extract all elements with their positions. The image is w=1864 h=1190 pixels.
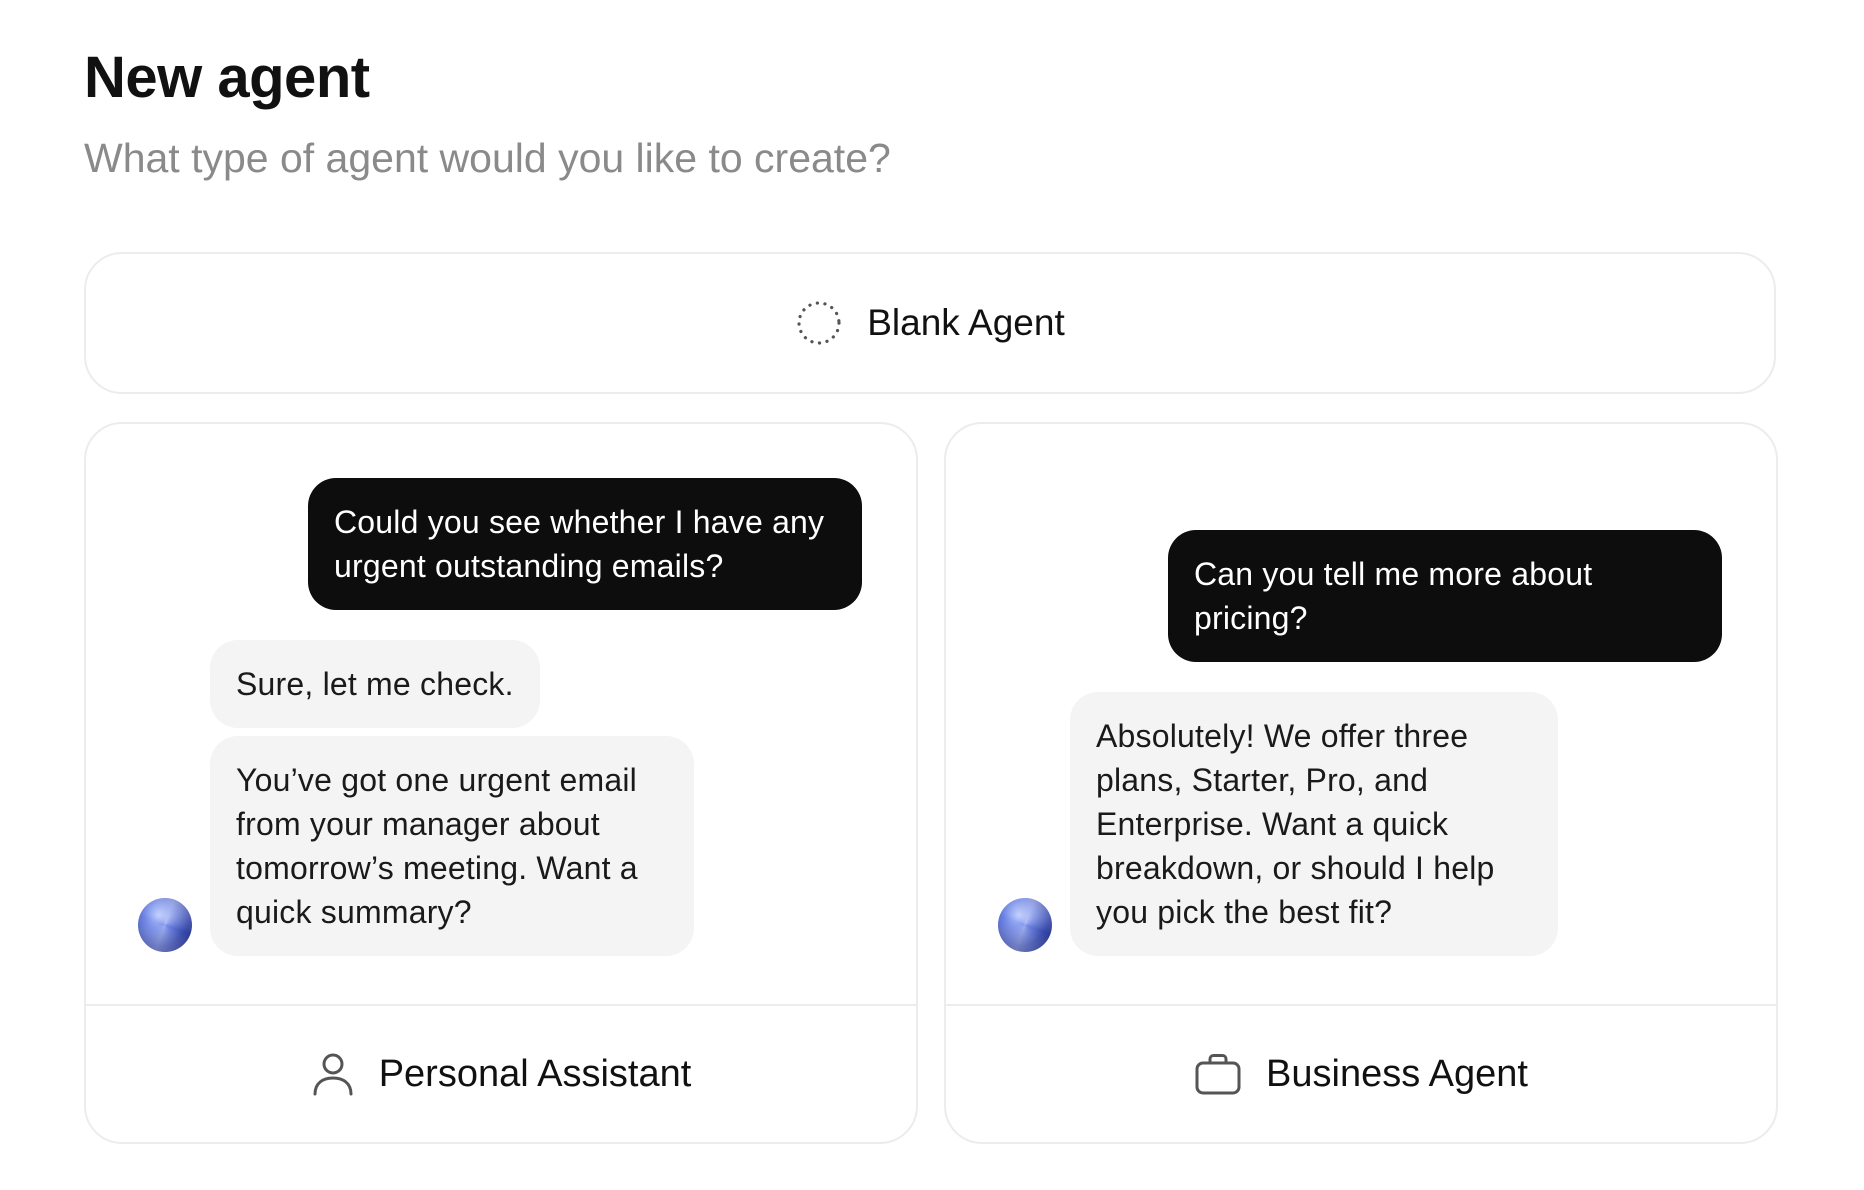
blank-agent-label: Blank Agent (867, 302, 1065, 343)
page-subtitle: What type of agent would you like to cre… (84, 135, 891, 181)
person-icon (311, 1050, 355, 1098)
blank-agent-option[interactable]: Blank Agent (84, 252, 1776, 394)
chat-bubble-user: Can you tell me more about pricing? (1168, 530, 1722, 662)
new-agent-page: New agent What type of agent would you l… (0, 0, 1864, 1190)
chat-bubble-user: Could you see whether I have any urgent … (308, 478, 862, 610)
chat-bubble-agent: You’ve got one urgent email from your ma… (210, 736, 694, 956)
page-title: New agent (84, 45, 370, 110)
business-agent-option[interactable]: Can you tell me more about pricing? Abso… (944, 422, 1778, 1144)
blank-agent-content: Blank Agent (795, 299, 1065, 347)
agent-avatar (138, 898, 192, 952)
business-agent-label: Business Agent (1266, 1052, 1528, 1095)
chat-bubble-agent: Sure, let me check. (210, 640, 540, 728)
dashed-circle-icon (795, 299, 843, 347)
personal-assistant-option[interactable]: Could you see whether I have any urgent … (84, 422, 918, 1144)
business-agent-footer: Business Agent (946, 1004, 1776, 1142)
personal-assistant-footer: Personal Assistant (86, 1004, 916, 1142)
agent-avatar (998, 898, 1052, 952)
chat-bubble-agent: Absolutely! We offer three plans, Starte… (1070, 692, 1558, 956)
personal-assistant-label: Personal Assistant (378, 1052, 692, 1095)
briefcase-icon (1194, 1052, 1242, 1096)
